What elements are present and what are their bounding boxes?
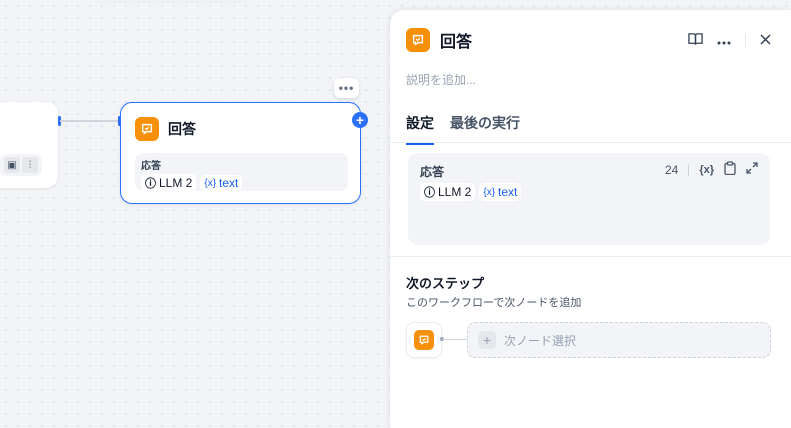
- node-response-preview: 応答 ⓘ LLM 2 {x} text: [135, 153, 348, 192]
- response-label: 応答: [420, 165, 445, 179]
- char-count: 24: [664, 162, 679, 177]
- info-icon: ⓘ: [145, 178, 156, 190]
- audio-icon: ⫶: [22, 157, 38, 173]
- select-next-node-button[interactable]: + 次ノード選択: [467, 322, 771, 358]
- node-settings-panel: 回答 設定 最後の実行 応答 24 {x}: [390, 10, 791, 428]
- variable-chip-llm: ⓘ LLM 2: [141, 174, 197, 192]
- book-icon[interactable]: [688, 32, 703, 49]
- divider: [745, 33, 746, 48]
- canvas-node-partial-top: [95, 0, 245, 4]
- plus-icon: +: [478, 331, 496, 349]
- edge-connector: [60, 120, 120, 122]
- canvas-node-previous[interactable]: ▣ ⫶: [0, 102, 58, 188]
- tab-settings[interactable]: 設定: [406, 113, 434, 145]
- variable-icon: {x}: [204, 177, 217, 189]
- image-icon: ▣: [4, 157, 20, 173]
- more-icon[interactable]: [717, 33, 731, 48]
- info-icon: ⓘ: [424, 187, 435, 199]
- node-response-label: 応答: [141, 161, 161, 172]
- insert-variable-icon[interactable]: {x}: [699, 164, 714, 176]
- next-step-title: 次のステップ: [406, 276, 485, 291]
- variable-chip-llm[interactable]: ⓘ LLM 2: [420, 183, 476, 201]
- response-editor[interactable]: 応答 24 {x} ⓘ LLM 2 {x} text: [408, 153, 770, 245]
- answer-icon: [406, 28, 430, 52]
- node-header: 回答: [135, 117, 196, 141]
- node-title: 回答: [168, 121, 196, 137]
- close-icon[interactable]: [760, 33, 771, 48]
- node-more-button[interactable]: •••: [334, 78, 359, 98]
- clipboard-icon[interactable]: [724, 161, 736, 178]
- current-node-icon: [406, 322, 442, 358]
- section-divider: [390, 256, 791, 257]
- variable-chip-text: {x} text: [200, 175, 243, 191]
- panel-tabs: 設定 最後の実行: [406, 113, 520, 145]
- expand-icon[interactable]: [746, 162, 758, 177]
- tab-last-run[interactable]: 最後の実行: [450, 113, 520, 145]
- add-node-button[interactable]: +: [352, 112, 368, 128]
- select-next-node-label: 次ノード選択: [504, 333, 577, 348]
- node-tool-group: ▣ ⫶: [0, 154, 42, 176]
- canvas-node-answer[interactable]: 回答 応答 ⓘ LLM 2 {x} text: [120, 102, 361, 204]
- response-toolbar: 24 {x}: [665, 161, 758, 178]
- tabs-divider: [390, 142, 791, 143]
- next-step-connector: [442, 339, 467, 340]
- answer-icon: [414, 330, 434, 350]
- divider: [688, 163, 690, 176]
- variable-icon: {x}: [483, 186, 496, 198]
- response-content: ⓘ LLM 2 {x} text: [420, 183, 522, 201]
- answer-icon: [135, 117, 159, 141]
- panel-actions: [688, 32, 771, 49]
- variable-chip-text[interactable]: {x} text: [479, 183, 522, 201]
- next-step-description: このワークフローで次ノードを追加: [406, 297, 582, 309]
- panel-header: 回答: [406, 28, 472, 52]
- description-input[interactable]: [406, 73, 766, 87]
- panel-title[interactable]: 回答: [440, 28, 472, 52]
